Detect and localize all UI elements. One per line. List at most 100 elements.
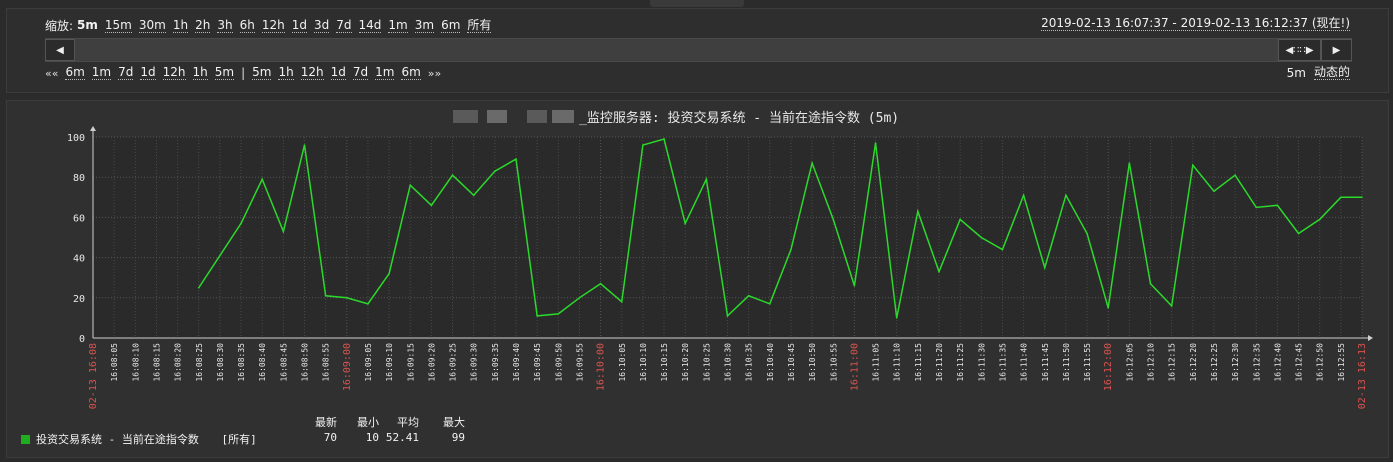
nav-back-5[interactable]: 1h [192,66,208,80]
zoom-option-1[interactable]: 15m [104,18,132,33]
data-point [811,162,813,164]
x-tick-label: 16:08:35 [237,343,246,382]
x-tick-label: 16:08:30 [216,343,225,382]
nav-back-2[interactable]: 7d [118,66,134,80]
zoom-option-5[interactable]: 3h [217,18,233,33]
nav-forward-1[interactable]: 1h [278,66,294,80]
data-point [1022,194,1025,197]
drag-handle-icon: ◀∷∷▶ [1285,44,1314,56]
time-filter-panel: 缩放: 5m 15m 30m 1h 2h 3h 6h 12h 1d 3d 7d 14d 1m 3m 6m 所有… [6,8,1389,93]
data-point [557,313,560,315]
x-tick-label: 16:11:55 [1083,343,1092,382]
top-tab-stub[interactable] [650,0,744,7]
zoom-option-10[interactable]: 7d [336,18,352,33]
data-point [197,286,200,289]
data-point [895,317,898,319]
zoom-option-0[interactable]: 5m [77,19,98,32]
x-tick-label: 16:08:05 [110,343,119,382]
graph-panel: 0 20 40 60 80 100 02-13 16:08 16:08:05 16:08:10 1… [6,100,1389,458]
data-point [874,142,877,144]
nav-back-3[interactable]: 1d [140,66,156,80]
x-tick-label: 16:09:00 [342,343,353,391]
x-tick-label: 16:12:20 [1189,343,1198,382]
scroll-handle[interactable]: ◀∷∷▶ [1278,39,1321,61]
zoom-option-14[interactable]: 6m [441,18,461,33]
data-point [1361,196,1363,199]
zoom-option-4[interactable]: 2h [195,18,211,33]
legend-value-avg: 52.41 [385,431,419,444]
data-point [282,230,285,233]
nav-back-6[interactable]: 5m [214,66,235,80]
scroll-left-button[interactable]: ◀ [45,39,75,61]
x-tick-label: 16:12:50 [1316,343,1325,382]
nav-back-0[interactable]: 6m [65,66,85,80]
nav-forward-3[interactable]: 1d [330,66,346,80]
x-tick-label: 16:11:40 [1020,343,1029,382]
x-tick-label: 02-13 16:08 [88,343,99,409]
nav-forward-icon[interactable]: »» [428,67,441,80]
x-tick-label: 16:08:45 [279,343,288,382]
data-point [684,222,686,225]
x-tick-label: 16:09:50 [554,343,563,382]
nav-forward-4[interactable]: 7d [352,66,369,80]
data-point [1149,282,1152,285]
x-tick-label: 16:09:55 [575,343,584,382]
dynamic-toggle[interactable]: 动态的 [1313,66,1350,80]
data-point [790,248,792,251]
zoom-option-11[interactable]: 14d [358,18,382,33]
nav-back-icon[interactable]: «« [45,67,58,80]
nav-back-1[interactable]: 1m [91,66,112,80]
x-tick-label: 16:11:20 [935,343,944,382]
redacted-block [527,110,547,123]
zoom-option-15[interactable]: 所有 [467,18,492,33]
zoom-option-6[interactable]: 6h [239,18,255,33]
arrow-left-icon: ◀ [56,44,64,56]
data-point [705,178,708,181]
zoom-option-13[interactable]: 3m [414,18,435,33]
data-point [1255,206,1258,209]
x-tick-label: 16:09:35 [491,343,500,382]
x-tick-label: 16:12:45 [1295,343,1304,382]
data-point [346,297,348,299]
redacted-block [487,110,507,123]
legend-header-last: 最新 [315,416,337,429]
data-point [980,236,983,239]
y-tick-label: 0 [79,334,85,345]
x-tick-label: 16:12:35 [1252,343,1261,382]
x-tick-label: 16:12:15 [1168,343,1177,382]
timeline-scrollbar[interactable]: ◀ ◀∷∷▶ ▶ [45,38,1352,62]
zoom-option-12[interactable]: 1m [388,18,408,33]
zoom-option-7[interactable]: 12h [261,18,285,33]
period-text[interactable]: 2019-02-13 16:07:37 - 2019-02-13 16:12:3… [1041,17,1350,31]
zoom-option-8[interactable]: 1d [291,18,307,33]
x-tick-label: 16:12:40 [1273,343,1282,382]
data-point [472,194,475,197]
period-length: 5m [1286,66,1306,80]
x-tick-label: 16:10:45 [787,343,796,382]
x-tick-label: 16:11:05 [872,343,881,382]
line-chart: 0 20 40 60 80 100 02-13 16:08 16:08:05 16:08:10 1… [67,110,1373,409]
data-point [451,174,454,176]
zoom-option-9[interactable]: 3d [313,18,330,33]
nav-forward-6[interactable]: 6m [401,66,421,80]
legend-item-name: 投资交易系统 - 当前在途指令数 [36,433,199,446]
x-tick-label: 16:09:15 [406,343,415,382]
zoom-bar: 缩放: 5m 15m 30m 1h 2h 3h 6h 12h 1d 3d 7d 14d 1m 3m 6m 所有 [45,17,492,34]
x-tick-label: 16:09:45 [533,343,542,382]
legend-color-swatch [21,435,30,444]
nav-forward-2[interactable]: 12h [300,66,324,80]
x-tick-label: 16:12:55 [1337,343,1346,382]
x-tick-label: 16:09:25 [449,343,458,382]
scroll-right-button[interactable]: ▶ [1321,39,1352,61]
nav-forward-5[interactable]: 1m [375,66,395,80]
data-point [367,303,369,305]
nav-forward-0[interactable]: 5m [252,66,272,80]
nav-back-4[interactable]: 12h [162,66,186,80]
x-tick-label: 16:11:10 [893,343,902,382]
data-point [1318,218,1321,221]
zoom-option-2[interactable]: 30m [138,18,166,33]
legend-value-max: 99 [451,431,465,444]
zoom-option-3[interactable]: 1h [172,18,189,33]
x-tick-label: 16:10:10 [639,343,648,382]
y-tick-label: 40 [73,254,85,265]
